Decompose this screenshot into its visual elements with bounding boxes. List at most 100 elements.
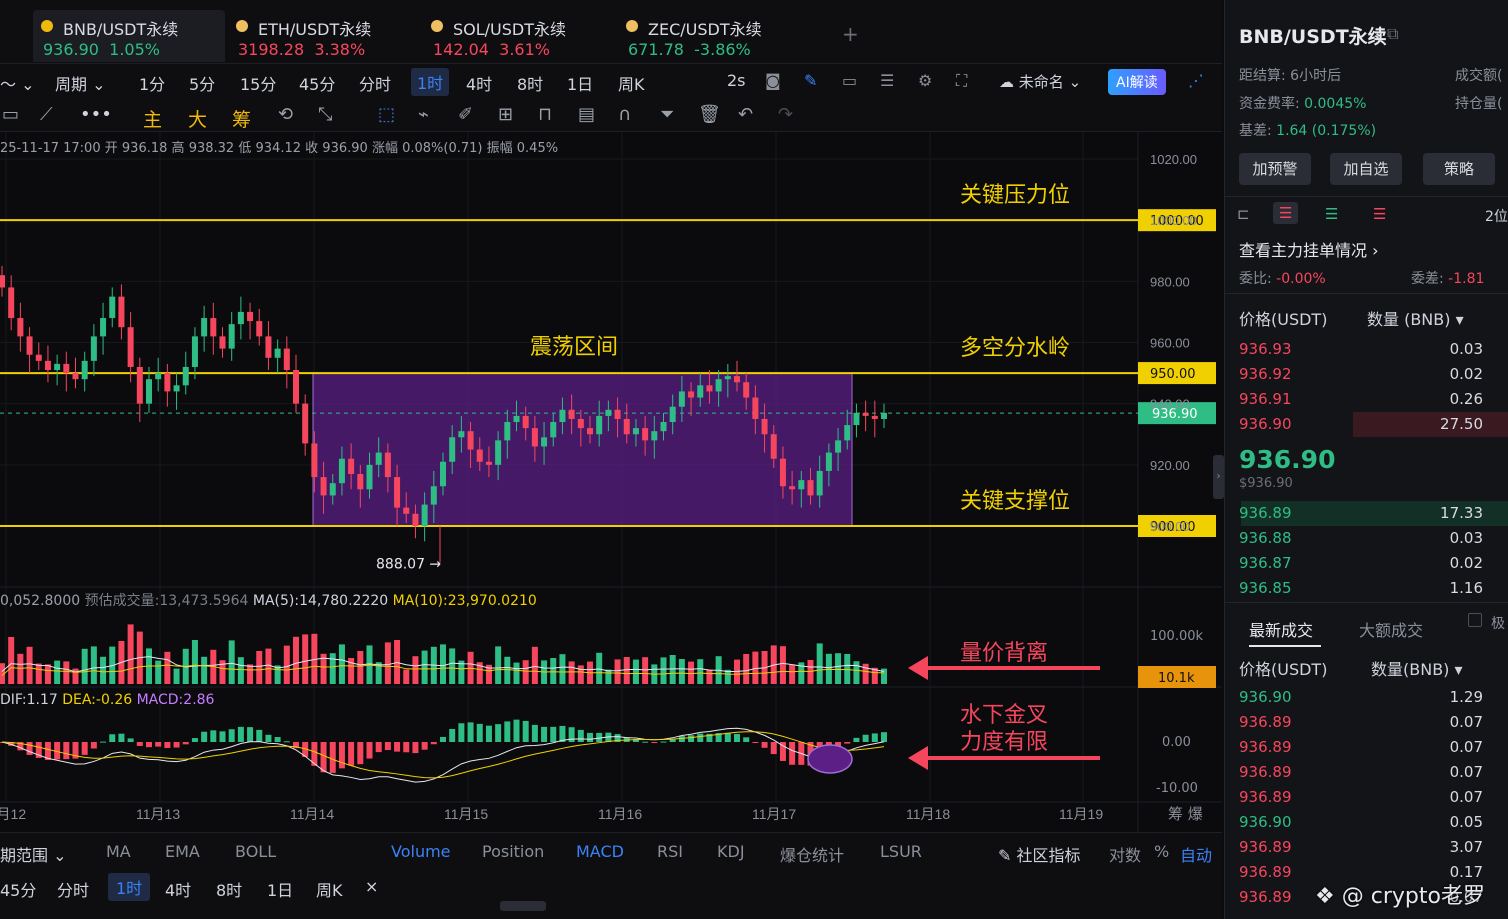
settings-icon[interactable]: ⚙ [918, 71, 932, 90]
close-range-icon[interactable]: × [365, 877, 378, 896]
auto-scale-toggle[interactable]: 自动 [1180, 842, 1212, 866]
interval-45m[interactable]: 45分 [299, 71, 335, 95]
tab-latest-trades[interactable]: 最新成交 [1249, 617, 1313, 641]
ask-row[interactable]: 936.93 0.03 [1239, 337, 1499, 362]
pattern-icon[interactable]: ⊞ [498, 104, 513, 125]
list-icon[interactable]: ☰ [880, 71, 894, 90]
indicator-ma[interactable]: MA [106, 842, 131, 861]
strategy-button[interactable]: 策略 [1423, 153, 1495, 185]
range-1d[interactable]: 1日 [267, 877, 293, 901]
percent-scale-toggle[interactable]: % [1154, 842, 1169, 861]
trade-row[interactable]: 936.89 0.07 [1239, 760, 1499, 785]
note-icon[interactable]: ▤ [578, 104, 595, 125]
chips-button[interactable]: 筹 [232, 105, 251, 132]
trades-qty-header[interactable]: 数量(BNB) ▾ [1371, 656, 1463, 680]
add-alert-button[interactable]: 加预警 [1239, 153, 1311, 185]
interval-4h[interactable]: 4时 [466, 71, 492, 95]
indicator-macd[interactable]: MACD [576, 842, 624, 861]
sync-icon[interactable]: ⟲ [278, 104, 293, 125]
more-tools-icon[interactable]: ••• [80, 104, 112, 125]
chart-type-dropdown[interactable]: 〜 ⌄ [0, 71, 35, 95]
interval-15m[interactable]: 15分 [240, 71, 276, 95]
copy-icon[interactable]: ⧉ [1387, 24, 1398, 44]
indicator-kdj[interactable]: KDJ [717, 842, 745, 861]
fullscreen-icon[interactable]: ⛶ [956, 71, 967, 91]
trade-row[interactable]: 936.89 0.07 [1239, 785, 1499, 810]
orderbook-asks-icon[interactable]: ☰ [1373, 205, 1386, 223]
bid-row[interactable]: 936.89 17.33 [1239, 501, 1508, 526]
measure-icon[interactable]: ⤡ [318, 104, 332, 125]
indicator-liquidation[interactable]: 爆仓统计 [780, 842, 844, 866]
orderbook-both-icon[interactable]: ☰ [1273, 202, 1299, 224]
indicator-volume[interactable]: Volume [391, 842, 451, 861]
interval-8h[interactable]: 8时 [517, 71, 543, 95]
add-watchlist-button[interactable]: 加自选 [1330, 153, 1402, 185]
orderbook-bids-icon[interactable]: ☰ [1325, 205, 1338, 223]
tab-sol[interactable]: SOL/USDT永续 142.04 3.61% [423, 10, 615, 62]
line-tool-icon[interactable]: ⟋ [40, 104, 53, 125]
indicator-ema[interactable]: EMA [165, 842, 200, 861]
indicator-rsi[interactable]: RSI [657, 842, 683, 861]
bid-row[interactable]: 936.87 0.02 [1239, 551, 1499, 576]
brush-icon[interactable]: ✐ [458, 104, 473, 125]
ob-qty-header[interactable]: 数量 (BNB) ▾ [1367, 306, 1464, 330]
tab-big-trades[interactable]: 大额成交 [1359, 617, 1423, 641]
ask-row[interactable]: 936.90 27.50 [1239, 412, 1508, 437]
range-1h[interactable]: 1时 [108, 873, 151, 901]
ai-interpret-button[interactable]: AI解读 [1108, 69, 1166, 95]
pen-icon[interactable]: ✎ [804, 71, 817, 90]
trash-icon[interactable]: 🗑 [698, 104, 721, 125]
big-order-button[interactable]: 大 [188, 105, 207, 132]
collapse-handle[interactable] [500, 901, 546, 911]
comment-icon[interactable]: ▭ [842, 71, 857, 90]
interval-5m[interactable]: 5分 [189, 71, 215, 95]
layout-dropdown[interactable]: ☁ 未命名 ⌄ [999, 71, 1081, 92]
interval-1h[interactable]: 1时 [411, 68, 450, 96]
indicator-boll[interactable]: BOLL [235, 842, 276, 861]
ask-row[interactable]: 936.91 0.26 [1239, 387, 1499, 412]
filter-icon[interactable]: ⏷ [660, 104, 674, 125]
interval-1w[interactable]: 周K [618, 71, 645, 95]
interval-1d[interactable]: 1日 [567, 71, 593, 95]
bid-row[interactable]: 936.85 1.16 [1239, 576, 1499, 601]
range-4h[interactable]: 4时 [165, 877, 191, 901]
big-trades-checkbox[interactable] [1468, 613, 1482, 627]
redo-icon[interactable]: ↷ [778, 104, 793, 125]
rectangle-tool-icon[interactable]: ▭ [2, 104, 19, 125]
cursor-icon[interactable]: ⬚ [378, 104, 395, 125]
bid-row[interactable]: 936.88 0.03 [1239, 526, 1499, 551]
main-indicator-button[interactable]: 主 [143, 105, 162, 132]
tab-bnb[interactable]: BNB/USDT永续 936.90 1.05% [33, 10, 225, 62]
precision-select[interactable]: 2位 [1485, 206, 1508, 226]
orderbook-view-icon[interactable]: ⊏ [1237, 205, 1250, 223]
range-45m[interactable]: 45分 [0, 877, 36, 901]
tab-zec[interactable]: ZEC/USDT永续 671.78 -3.86% [618, 10, 810, 62]
log-scale-toggle[interactable]: 对数 [1109, 842, 1141, 866]
collapse-panel-icon[interactable]: › [1213, 455, 1224, 499]
share-icon[interactable]: ⋰ [1188, 71, 1204, 90]
indicator-position[interactable]: Position [482, 842, 544, 861]
add-tab-icon[interactable]: + [842, 22, 859, 46]
ruler-icon[interactable]: ⌁ [418, 104, 429, 125]
trade-row[interactable]: 936.89 0.07 [1239, 710, 1499, 735]
indicator-lsur[interactable]: LSUR [880, 842, 922, 861]
period-dropdown[interactable]: 周期 ⌄ [55, 71, 106, 95]
trade-row[interactable]: 936.89 3.07 [1239, 835, 1499, 860]
undo-icon[interactable]: ↶ [738, 104, 753, 125]
interval-1m[interactable]: 1分 [139, 71, 165, 95]
community-indicators-button[interactable]: ✎ 社区指标 [998, 842, 1081, 866]
trade-row[interactable]: 936.89 0.07 [1239, 735, 1499, 760]
main-orders-link[interactable]: 查看主力挂单情况 › [1239, 237, 1379, 261]
range-1w[interactable]: 周K [316, 877, 343, 901]
camera-icon[interactable]: ◙ [765, 71, 781, 90]
magnet-icon[interactable]: ∩ [618, 104, 631, 125]
range-timeline[interactable]: 分时 [57, 877, 89, 901]
trade-row[interactable]: 936.90 0.05 [1239, 810, 1499, 835]
trade-row[interactable]: 936.90 1.29 [1239, 685, 1499, 710]
lock-icon[interactable]: ⊓ [538, 104, 552, 125]
range-dropdown[interactable]: 期范围 ⌄ [0, 842, 67, 866]
price-chart[interactable]: 1000.00950.00900.00936.90 1020.001000.00… [0, 132, 1222, 832]
range-8h[interactable]: 8时 [216, 877, 242, 901]
ask-row[interactable]: 936.92 0.02 [1239, 362, 1499, 387]
interval-timeline[interactable]: 分时 [359, 71, 391, 95]
